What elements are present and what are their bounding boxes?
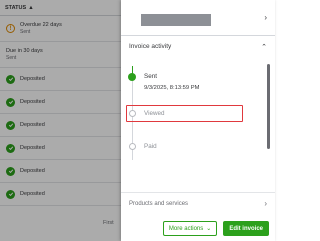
check-circle-icon (6, 97, 15, 107)
status-subtext: Sent (20, 29, 31, 35)
status-text: Deposited (20, 144, 45, 151)
edit-invoice-label: Edit invoice (229, 225, 263, 232)
status-text: Deposited (20, 98, 45, 105)
check-circle-icon (6, 143, 15, 153)
edit-invoice-button[interactable]: Edit invoice (223, 221, 269, 236)
timeline-step-paid: Paid (144, 143, 157, 150)
chevron-right-icon[interactable]: › (264, 13, 267, 22)
invoice-list: STATUS ▲ ! Overdue 22 days Sent Due in 3… (0, 0, 121, 241)
status-text: Deposited (20, 75, 45, 82)
table-row[interactable]: ! Overdue 22 days Sent (0, 16, 121, 42)
status-header-label: STATUS (5, 4, 27, 11)
more-actions-button[interactable]: More actions ⌄ (162, 221, 218, 236)
products-services-title: Products and services (129, 200, 189, 207)
status-column-header[interactable]: STATUS ▲ (0, 0, 121, 16)
check-circle-icon (6, 120, 15, 130)
table-row[interactable]: Due in 30 days Sent (0, 42, 121, 68)
scrollbar-thumb[interactable] (267, 64, 270, 149)
check-circle-icon (6, 166, 15, 176)
chevron-right-icon[interactable]: › (264, 199, 267, 208)
status-text: Deposited (20, 190, 45, 197)
status-subtext: Sent (6, 55, 17, 61)
table-row[interactable]: Deposited (0, 160, 121, 183)
status-text: Overdue 22 days (20, 22, 62, 28)
status-text: Due in 30 days (6, 48, 43, 54)
chevron-down-icon: ⌄ (206, 226, 212, 232)
activity-timeline: Sent 9/3/2025, 8:13:59 PM Viewed Paid (121, 58, 275, 188)
timeline-dot-sent (128, 73, 136, 81)
timeline-step-sent-date: 9/3/2025, 8:13:59 PM (144, 85, 200, 91)
check-circle-icon (6, 74, 15, 84)
invoice-activity-header[interactable]: Invoice activity ⌃ (121, 36, 275, 57)
check-circle-icon (6, 189, 15, 199)
table-row[interactable]: Deposited (0, 137, 121, 160)
table-row[interactable]: Deposited (0, 183, 121, 206)
table-row[interactable]: Deposited (0, 114, 121, 137)
status-text: Deposited (20, 121, 45, 128)
redacted-customer-name (141, 14, 211, 26)
table-row[interactable]: Deposited (0, 91, 121, 114)
invoice-drawer: › Invoice activity ⌃ Sent 9/3/2025, 8:13… (121, 0, 275, 241)
pagination-first-link[interactable]: First (103, 220, 114, 226)
chevron-up-icon[interactable]: ⌃ (261, 43, 267, 51)
more-actions-label: More actions (168, 225, 204, 232)
table-row[interactable]: Deposited (0, 68, 121, 91)
highlight-annotation (126, 105, 243, 122)
timeline-dot-paid (128, 143, 136, 150)
activity-scrollbar[interactable] (267, 58, 270, 153)
warning-icon: ! (6, 24, 15, 33)
drawer-footer: More actions ⌄ Edit invoice (121, 216, 275, 241)
sort-ascending-icon: ▲ (28, 4, 34, 11)
products-services-section[interactable]: Products and services › (121, 192, 275, 214)
timeline-step-sent: Sent (144, 73, 157, 80)
invoice-activity-title: Invoice activity (129, 43, 172, 50)
status-text: Deposited (20, 167, 45, 174)
customer-header[interactable]: › (121, 0, 275, 36)
